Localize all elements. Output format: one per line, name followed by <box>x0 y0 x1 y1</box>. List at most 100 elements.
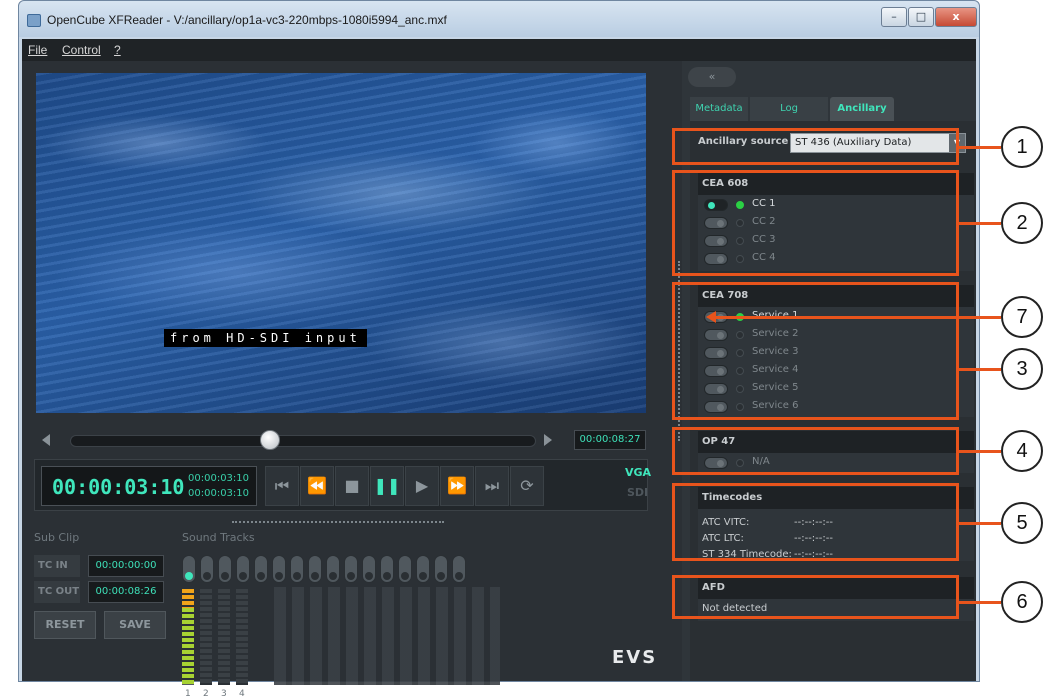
cea608-list: CC 1 CC 2 CC 3 CC 4 <box>698 195 974 267</box>
cea708-item: Service 2 <box>698 325 974 343</box>
tc-out-label: TC OUT <box>34 581 80 603</box>
sound-track-toggle[interactable] <box>254 555 268 583</box>
op47-status-dot <box>736 459 744 467</box>
scroll-left-icon[interactable] <box>42 434 50 446</box>
cea708-status-dot <box>736 367 744 375</box>
sound-track-toggle[interactable] <box>308 555 322 583</box>
sound-track-toggle[interactable] <box>200 555 214 583</box>
collapse-panel-button[interactable]: « <box>688 67 736 87</box>
vertical-splitter[interactable] <box>678 261 680 441</box>
reset-button[interactable]: RESET <box>34 611 96 639</box>
tab-log[interactable]: Log <box>750 97 828 121</box>
cea608-item-label: CC 3 <box>752 234 776 245</box>
cea608-item: CC 2 <box>698 213 974 231</box>
cea608-item: CC 3 <box>698 231 974 249</box>
cea708-item: Service 6 <box>698 397 974 415</box>
pause-button[interactable]: ❚❚ <box>370 466 404 506</box>
title-bar: OpenCube XFReader - V:/ancillary/op1a-vc… <box>19 1 979 37</box>
scroll-right-icon[interactable] <box>544 434 552 446</box>
timeline-handle[interactable] <box>260 430 281 450</box>
cea608-status-dot <box>736 237 744 245</box>
st334-label: ST 334 Timecode: <box>702 549 792 560</box>
callout-line-2 <box>959 222 1001 225</box>
save-button[interactable]: SAVE <box>104 611 166 639</box>
client-area: from HD-SDI input 00:00:08:27 00:00:03:1… <box>22 61 976 699</box>
cea708-toggle[interactable] <box>704 383 728 395</box>
play-button[interactable]: ▶ <box>405 466 439 506</box>
sdi-output-toggle[interactable]: SDI <box>627 486 648 499</box>
horizontal-splitter[interactable] <box>232 521 444 523</box>
menu-bar: File Control ? <box>22 39 976 61</box>
cea608-toggle[interactable] <box>704 235 728 247</box>
tab-ancillary[interactable]: Ancillary <box>830 97 894 121</box>
meter-number-2: 2 <box>203 689 209 699</box>
duration-display: 00:00:08:27 <box>574 430 646 450</box>
tab-metadata[interactable]: Metadata <box>690 97 748 121</box>
ancillary-source-dropdown[interactable]: ST 436 (Auxiliary Data) ▼ <box>790 133 966 153</box>
sound-track-toggle[interactable] <box>272 555 286 583</box>
meter-number-4: 4 <box>239 689 245 699</box>
cea608-status-dot <box>736 219 744 227</box>
cea608-toggle[interactable] <box>704 199 728 211</box>
cea708-toggle[interactable] <box>704 365 728 377</box>
sound-track-toggle[interactable] <box>290 555 304 583</box>
go-to-end-button[interactable]: ⏭ <box>475 466 509 506</box>
menu-file[interactable]: File <box>28 43 47 57</box>
cea708-toggle[interactable] <box>704 347 728 359</box>
fast-forward-button[interactable]: ⏩ <box>440 466 474 506</box>
sound-track-toggle[interactable] <box>182 555 196 583</box>
cea608-toggle[interactable] <box>704 217 728 229</box>
cea708-item-label: Service 6 <box>752 400 799 411</box>
tc-out-field[interactable]: 00:00:08:26 <box>88 581 164 603</box>
callout-4: 4 <box>1001 430 1043 472</box>
subclip-label: Sub Clip <box>34 531 80 544</box>
timeline-track[interactable] <box>70 435 536 447</box>
st334-value: --:--:--:-- <box>794 549 833 560</box>
menu-help[interactable]: ? <box>114 43 121 57</box>
cea608-item: CC 1 <box>698 195 974 213</box>
sound-track-toggle[interactable] <box>434 555 448 583</box>
sound-track-toggle[interactable] <box>452 555 466 583</box>
go-to-start-button[interactable]: ⏮ <box>265 466 299 506</box>
menu-control[interactable]: Control <box>62 43 101 57</box>
cea708-item: Service 5 <box>698 379 974 397</box>
cea708-item: Service 3 <box>698 343 974 361</box>
cea708-toggle[interactable] <box>704 401 728 413</box>
cea608-item: CC 4 <box>698 249 974 267</box>
chevron-down-icon[interactable]: ▼ <box>949 134 965 152</box>
callout-2: 2 <box>1001 202 1043 244</box>
cea708-list: Service 1Service 2Service 3Service 4Serv… <box>698 307 974 415</box>
sound-track-toggle[interactable] <box>236 555 250 583</box>
cea708-item-label: Service 3 <box>752 346 799 357</box>
sound-track-toggle[interactable] <box>380 555 394 583</box>
cea608-item-label: CC 1 <box>752 198 776 209</box>
cea608-item-label: CC 2 <box>752 216 776 227</box>
audio-meter-2 <box>200 589 212 685</box>
rewind-button[interactable]: ⏪ <box>300 466 334 506</box>
close-button[interactable]: x <box>935 7 977 27</box>
sound-track-toggle[interactable] <box>344 555 358 583</box>
vga-output-toggle[interactable]: VGA <box>625 466 651 479</box>
sound-track-toggle[interactable] <box>362 555 376 583</box>
app-window: OpenCube XFReader - V:/ancillary/op1a-vc… <box>18 0 980 699</box>
sound-track-toggle[interactable] <box>416 555 430 583</box>
cea608-item-label: CC 4 <box>752 252 776 263</box>
cea708-status-dot <box>736 349 744 357</box>
sound-track-toggle[interactable] <box>398 555 412 583</box>
meter-number-3: 3 <box>221 689 227 699</box>
op47-toggle[interactable] <box>704 457 728 469</box>
menu-help-label: ? <box>114 43 121 57</box>
loop-button[interactable]: ⟳ <box>510 466 544 506</box>
tc-in-field[interactable]: 00:00:00:00 <box>88 555 164 577</box>
maximize-button[interactable]: □ <box>908 7 934 27</box>
cea608-toggle[interactable] <box>704 253 728 265</box>
stop-button[interactable]: ■ <box>335 466 369 506</box>
callout-5: 5 <box>1001 502 1043 544</box>
side-panel: « Metadata Log Ancillary Ancillary sourc… <box>682 61 976 681</box>
sound-track-toggle[interactable] <box>218 555 232 583</box>
callout-line-5 <box>959 522 1001 525</box>
sound-track-toggle[interactable] <box>326 555 340 583</box>
audio-meter-1 <box>182 589 194 685</box>
minimize-button[interactable]: – <box>881 7 907 27</box>
cea708-toggle[interactable] <box>704 329 728 341</box>
